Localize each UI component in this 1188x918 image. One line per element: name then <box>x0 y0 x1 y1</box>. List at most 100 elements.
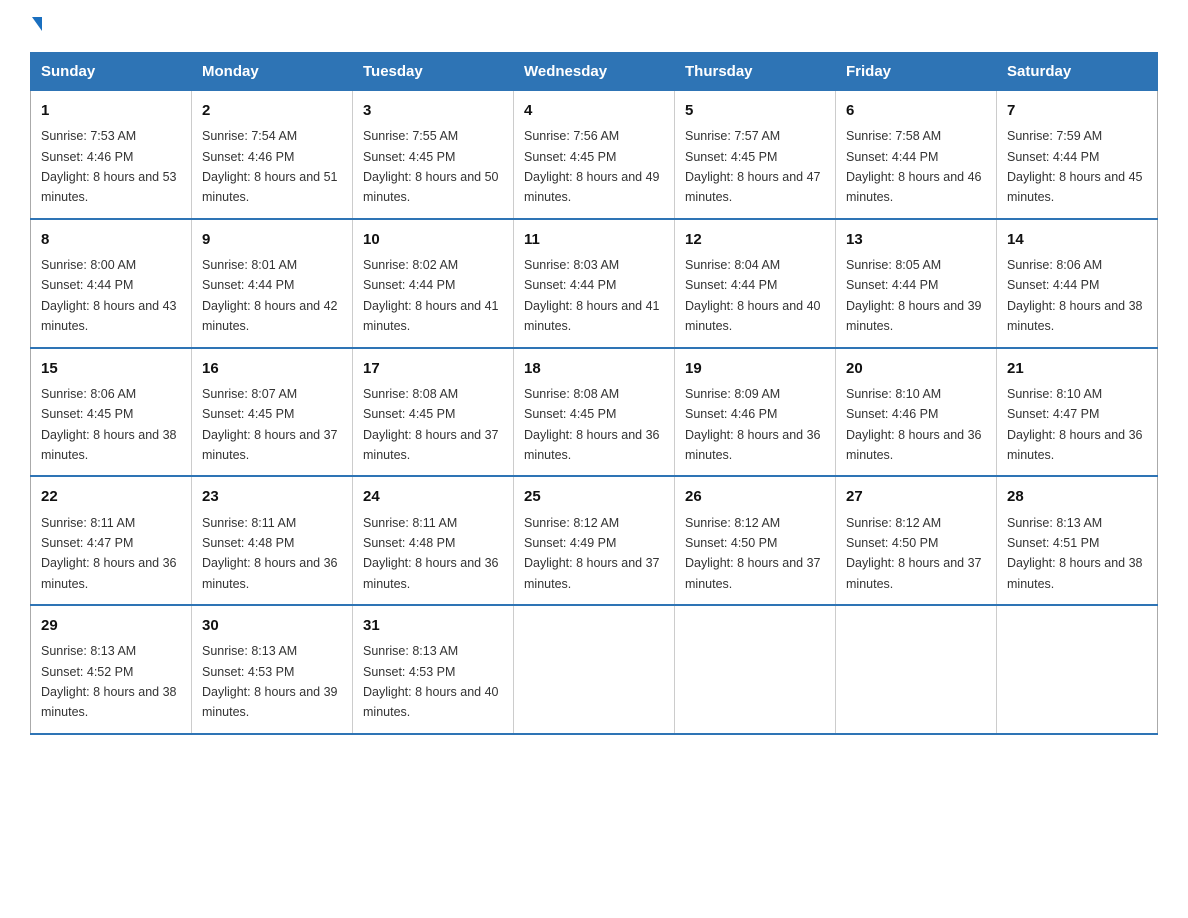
week-row-2: 8Sunrise: 8:00 AMSunset: 4:44 PMDaylight… <box>31 219 1158 348</box>
day-cell: 25 Sunrise: 8:12 AMSunset: 4:49 PMDayligh… <box>514 476 675 605</box>
day-cell: 31 Sunrise: 8:13 AMSunset: 4:53 PMDayligh… <box>353 605 514 734</box>
day-info: Sunrise: 7:53 AMSunset: 4:46 PMDaylight:… <box>41 129 177 204</box>
day-info: Sunrise: 8:09 AMSunset: 4:46 PMDaylight:… <box>685 387 821 462</box>
day-info: Sunrise: 8:11 AMSunset: 4:48 PMDaylight:… <box>202 516 338 591</box>
day-cell: 16 Sunrise: 8:07 AMSunset: 4:45 PMDayligh… <box>192 348 353 477</box>
day-number: 5 <box>685 99 825 122</box>
day-cell: 20Sunrise: 8:10 AMSunset: 4:46 PMDayligh… <box>836 348 997 477</box>
header-friday: Friday <box>836 53 997 91</box>
day-info: Sunrise: 8:10 AMSunset: 4:47 PMDaylight:… <box>1007 387 1143 462</box>
day-cell: 30 Sunrise: 8:13 AMSunset: 4:53 PMDayligh… <box>192 605 353 734</box>
day-info: Sunrise: 8:11 AMSunset: 4:47 PMDaylight:… <box>41 516 177 591</box>
day-number: 1 <box>41 99 181 122</box>
day-info: Sunrise: 8:05 AMSunset: 4:44 PMDaylight:… <box>846 258 982 333</box>
calendar-table: SundayMondayTuesdayWednesdayThursdayFrid… <box>30 52 1158 735</box>
day-info: Sunrise: 8:13 AMSunset: 4:53 PMDaylight:… <box>202 644 338 719</box>
header-wednesday: Wednesday <box>514 53 675 91</box>
header-tuesday: Tuesday <box>353 53 514 91</box>
day-info: Sunrise: 8:07 AMSunset: 4:45 PMDaylight:… <box>202 387 338 462</box>
day-info: Sunrise: 7:57 AMSunset: 4:45 PMDaylight:… <box>685 129 821 204</box>
week-row-5: 29 Sunrise: 8:13 AMSunset: 4:52 PMDayligh… <box>31 605 1158 734</box>
day-number: 8 <box>41 228 181 251</box>
day-info: Sunrise: 7:59 AMSunset: 4:44 PMDaylight:… <box>1007 129 1143 204</box>
day-number: 3 <box>363 99 503 122</box>
day-number: 2 <box>202 99 342 122</box>
header-thursday: Thursday <box>675 53 836 91</box>
day-number: 13 <box>846 228 986 251</box>
day-number: 30 <box>202 614 342 637</box>
day-info: Sunrise: 7:54 AMSunset: 4:46 PMDaylight:… <box>202 129 338 204</box>
day-cell: 11 Sunrise: 8:03 AMSunset: 4:44 PMDayligh… <box>514 219 675 348</box>
day-number: 31 <box>363 614 503 637</box>
day-info: Sunrise: 8:08 AMSunset: 4:45 PMDaylight:… <box>363 387 499 462</box>
day-cell: 13 Sunrise: 8:05 AMSunset: 4:44 PMDayligh… <box>836 219 997 348</box>
day-cell: 7Sunrise: 7:59 AMSunset: 4:44 PMDaylight… <box>997 91 1158 219</box>
day-cell <box>514 605 675 734</box>
day-number: 10 <box>363 228 503 251</box>
day-cell: 24 Sunrise: 8:11 AMSunset: 4:48 PMDayligh… <box>353 476 514 605</box>
day-number: 20 <box>846 357 986 380</box>
header-monday: Monday <box>192 53 353 91</box>
day-info: Sunrise: 8:13 AMSunset: 4:52 PMDaylight:… <box>41 644 177 719</box>
day-info: Sunrise: 8:08 AMSunset: 4:45 PMDaylight:… <box>524 387 660 462</box>
day-cell: 27 Sunrise: 8:12 AMSunset: 4:50 PMDayligh… <box>836 476 997 605</box>
day-cell: 17 Sunrise: 8:08 AMSunset: 4:45 PMDayligh… <box>353 348 514 477</box>
day-number: 22 <box>41 485 181 508</box>
day-number: 14 <box>1007 228 1147 251</box>
day-number: 15 <box>41 357 181 380</box>
day-number: 16 <box>202 357 342 380</box>
day-cell: 3Sunrise: 7:55 AMSunset: 4:45 PMDaylight… <box>353 91 514 219</box>
page-header <box>30 20 1158 34</box>
day-info: Sunrise: 8:06 AMSunset: 4:44 PMDaylight:… <box>1007 258 1143 333</box>
calendar-body: 1 Sunrise: 7:53 AMSunset: 4:46 PMDaylight… <box>31 91 1158 734</box>
header-row: SundayMondayTuesdayWednesdayThursdayFrid… <box>31 53 1158 91</box>
day-cell: 22 Sunrise: 8:11 AMSunset: 4:47 PMDayligh… <box>31 476 192 605</box>
day-info: Sunrise: 8:12 AMSunset: 4:50 PMDaylight:… <box>685 516 821 591</box>
day-number: 17 <box>363 357 503 380</box>
week-row-1: 1 Sunrise: 7:53 AMSunset: 4:46 PMDaylight… <box>31 91 1158 219</box>
week-row-4: 22 Sunrise: 8:11 AMSunset: 4:47 PMDayligh… <box>31 476 1158 605</box>
day-info: Sunrise: 8:01 AMSunset: 4:44 PMDaylight:… <box>202 258 338 333</box>
day-info: Sunrise: 8:06 AMSunset: 4:45 PMDaylight:… <box>41 387 177 462</box>
day-cell: 28Sunrise: 8:13 AMSunset: 4:51 PMDayligh… <box>997 476 1158 605</box>
day-number: 26 <box>685 485 825 508</box>
day-info: Sunrise: 8:13 AMSunset: 4:53 PMDaylight:… <box>363 644 499 719</box>
day-info: Sunrise: 8:04 AMSunset: 4:44 PMDaylight:… <box>685 258 821 333</box>
day-number: 21 <box>1007 357 1147 380</box>
day-info: Sunrise: 8:11 AMSunset: 4:48 PMDaylight:… <box>363 516 499 591</box>
calendar-header: SundayMondayTuesdayWednesdayThursdayFrid… <box>31 53 1158 91</box>
day-number: 6 <box>846 99 986 122</box>
day-number: 28 <box>1007 485 1147 508</box>
day-info: Sunrise: 8:12 AMSunset: 4:50 PMDaylight:… <box>846 516 982 591</box>
day-info: Sunrise: 8:12 AMSunset: 4:49 PMDaylight:… <box>524 516 660 591</box>
day-cell: 9 Sunrise: 8:01 AMSunset: 4:44 PMDaylight… <box>192 219 353 348</box>
week-row-3: 15 Sunrise: 8:06 AMSunset: 4:45 PMDayligh… <box>31 348 1158 477</box>
day-info: Sunrise: 8:03 AMSunset: 4:44 PMDaylight:… <box>524 258 660 333</box>
day-number: 27 <box>846 485 986 508</box>
day-number: 29 <box>41 614 181 637</box>
logo <box>30 20 42 34</box>
header-saturday: Saturday <box>997 53 1158 91</box>
day-cell: 6 Sunrise: 7:58 AMSunset: 4:44 PMDaylight… <box>836 91 997 219</box>
day-cell: 8Sunrise: 8:00 AMSunset: 4:44 PMDaylight… <box>31 219 192 348</box>
day-cell <box>675 605 836 734</box>
day-cell: 23Sunrise: 8:11 AMSunset: 4:48 PMDayligh… <box>192 476 353 605</box>
day-cell: 19 Sunrise: 8:09 AMSunset: 4:46 PMDayligh… <box>675 348 836 477</box>
day-cell: 4 Sunrise: 7:56 AMSunset: 4:45 PMDaylight… <box>514 91 675 219</box>
day-info: Sunrise: 7:56 AMSunset: 4:45 PMDaylight:… <box>524 129 660 204</box>
day-number: 9 <box>202 228 342 251</box>
day-number: 25 <box>524 485 664 508</box>
day-cell: 2 Sunrise: 7:54 AMSunset: 4:46 PMDaylight… <box>192 91 353 219</box>
day-number: 24 <box>363 485 503 508</box>
day-number: 4 <box>524 99 664 122</box>
day-info: Sunrise: 8:02 AMSunset: 4:44 PMDaylight:… <box>363 258 499 333</box>
day-info: Sunrise: 7:58 AMSunset: 4:44 PMDaylight:… <box>846 129 982 204</box>
header-sunday: Sunday <box>31 53 192 91</box>
day-number: 11 <box>524 228 664 251</box>
day-cell: 10 Sunrise: 8:02 AMSunset: 4:44 PMDayligh… <box>353 219 514 348</box>
day-cell: 14 Sunrise: 8:06 AMSunset: 4:44 PMDayligh… <box>997 219 1158 348</box>
logo-triangle-icon <box>32 17 42 31</box>
day-cell: 26 Sunrise: 8:12 AMSunset: 4:50 PMDayligh… <box>675 476 836 605</box>
day-number: 19 <box>685 357 825 380</box>
day-cell <box>997 605 1158 734</box>
